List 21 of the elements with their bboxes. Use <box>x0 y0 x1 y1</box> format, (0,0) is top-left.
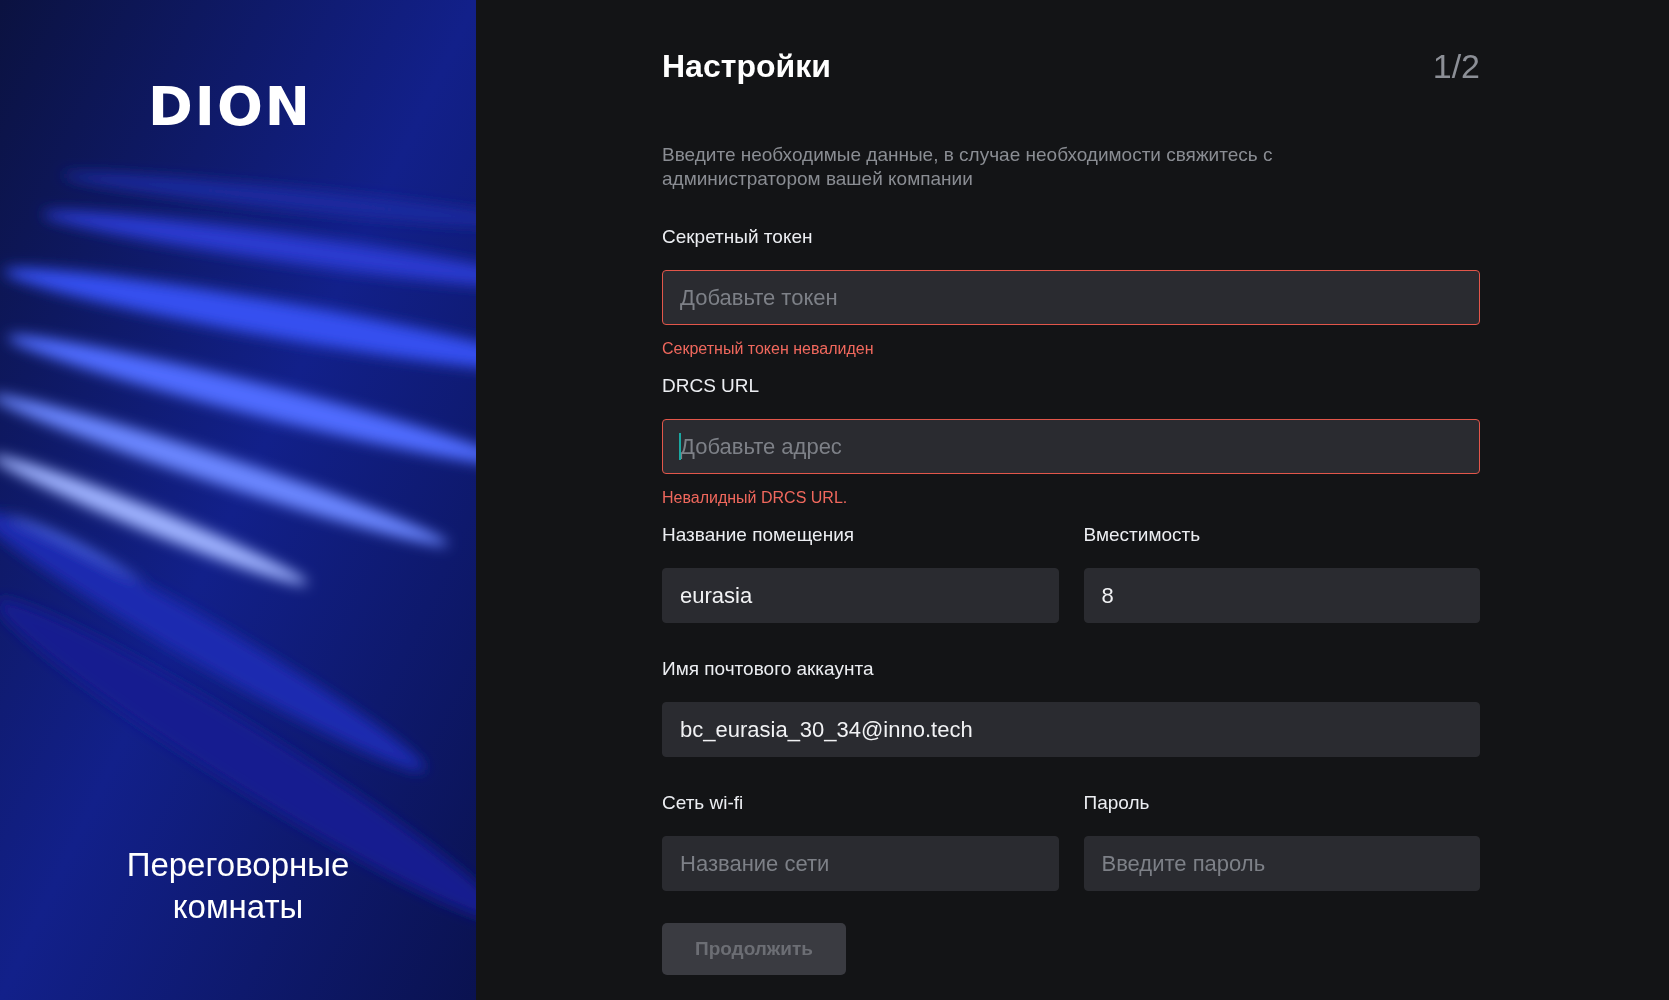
field-label: Пароль <box>1083 791 1151 815</box>
input-field[interactable]: 8 <box>1083 568 1480 623</box>
input-field[interactable]: eurasia <box>662 568 1059 623</box>
page-title: Настройки <box>662 47 831 86</box>
input-field[interactable]: Добавьте адрес <box>662 419 1480 474</box>
field-label: Название помещения <box>662 523 856 547</box>
field-label: DRCS URL <box>662 374 761 398</box>
error-message: Невалидный DRCS URL. <box>662 488 849 508</box>
error-message: Секретный токен невалиден <box>662 339 875 359</box>
input-field[interactable]: Введите пароль <box>1083 836 1480 891</box>
field-label: Имя почтового аккаунта <box>662 657 875 681</box>
input-field[interactable]: Добавьте токен <box>662 270 1480 325</box>
logo: DION <box>148 80 312 134</box>
app-caption: Переговорные комнаты <box>125 845 351 927</box>
step-counter: 1/2 <box>1432 46 1480 87</box>
input-field[interactable]: Название сети <box>662 836 1059 891</box>
description: Введите необходимые данные, в случае необходимости свяжитесь с администратором вашей компании <box>662 143 1274 191</box>
input-field[interactable]: bc_eurasia_30_34@inno.tech <box>662 702 1480 757</box>
field-label: Сеть wi-fi <box>662 791 745 815</box>
field-label: Секретный токен <box>662 225 814 249</box>
field-label: Вместимость <box>1083 523 1202 547</box>
